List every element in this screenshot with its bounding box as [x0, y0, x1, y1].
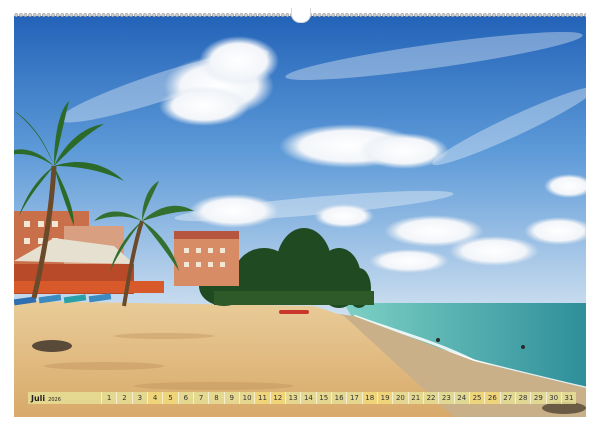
day-9: 9	[223, 392, 239, 404]
red-kayak	[279, 310, 309, 314]
day-26: 26	[484, 392, 500, 404]
day-31: 31	[560, 392, 576, 404]
day-25: 25	[468, 392, 485, 404]
day-3: 3	[131, 392, 147, 404]
calendar-strip: Juli 2026 1 2 3 4 5 6 7 8 9 10 11 12 13 14 15 16 17 18 19 2…	[28, 392, 576, 404]
day-28: 28	[514, 392, 530, 404]
day-29: 29	[530, 392, 545, 404]
day-19: 19	[376, 392, 393, 404]
day-4: 4	[146, 392, 163, 404]
year-label: 2026	[48, 396, 61, 403]
day-23: 23	[438, 392, 453, 404]
day-14: 14	[300, 392, 315, 404]
rock	[32, 340, 72, 352]
day-20: 20	[392, 392, 407, 404]
day-7: 7	[192, 392, 208, 404]
day-22: 22	[422, 392, 438, 404]
day-18: 18	[361, 392, 377, 404]
day-10: 10	[238, 392, 254, 404]
day-6: 6	[177, 392, 193, 404]
day-list: 1 2 3 4 5 6 7 8 9 10 11 12 13 14 15 16 17 18 19 20 21 22 23 24 2…	[101, 392, 576, 404]
day-11: 11	[254, 392, 270, 404]
day-1: 1	[101, 392, 116, 404]
day-27: 27	[499, 392, 515, 404]
day-24: 24	[453, 392, 469, 404]
month-name: Juli	[31, 393, 46, 403]
day-16: 16	[330, 392, 346, 404]
day-5: 5	[162, 392, 178, 404]
calendar-page: Juli 2026 1 2 3 4 5 6 7 8 9 10 11 12 13 14 15 16 17 18 19 2…	[0, 0, 600, 432]
day-13: 13	[284, 392, 300, 404]
day-2: 2	[116, 392, 131, 404]
beach-scene-image	[14, 16, 586, 417]
month-label: Juli 2026	[28, 394, 101, 403]
day-21: 21	[407, 392, 423, 404]
day-12: 12	[269, 392, 285, 404]
day-30: 30	[545, 392, 561, 404]
day-8: 8	[208, 392, 223, 404]
day-17: 17	[346, 392, 361, 404]
beach-photo	[14, 16, 586, 417]
day-15: 15	[315, 392, 331, 404]
